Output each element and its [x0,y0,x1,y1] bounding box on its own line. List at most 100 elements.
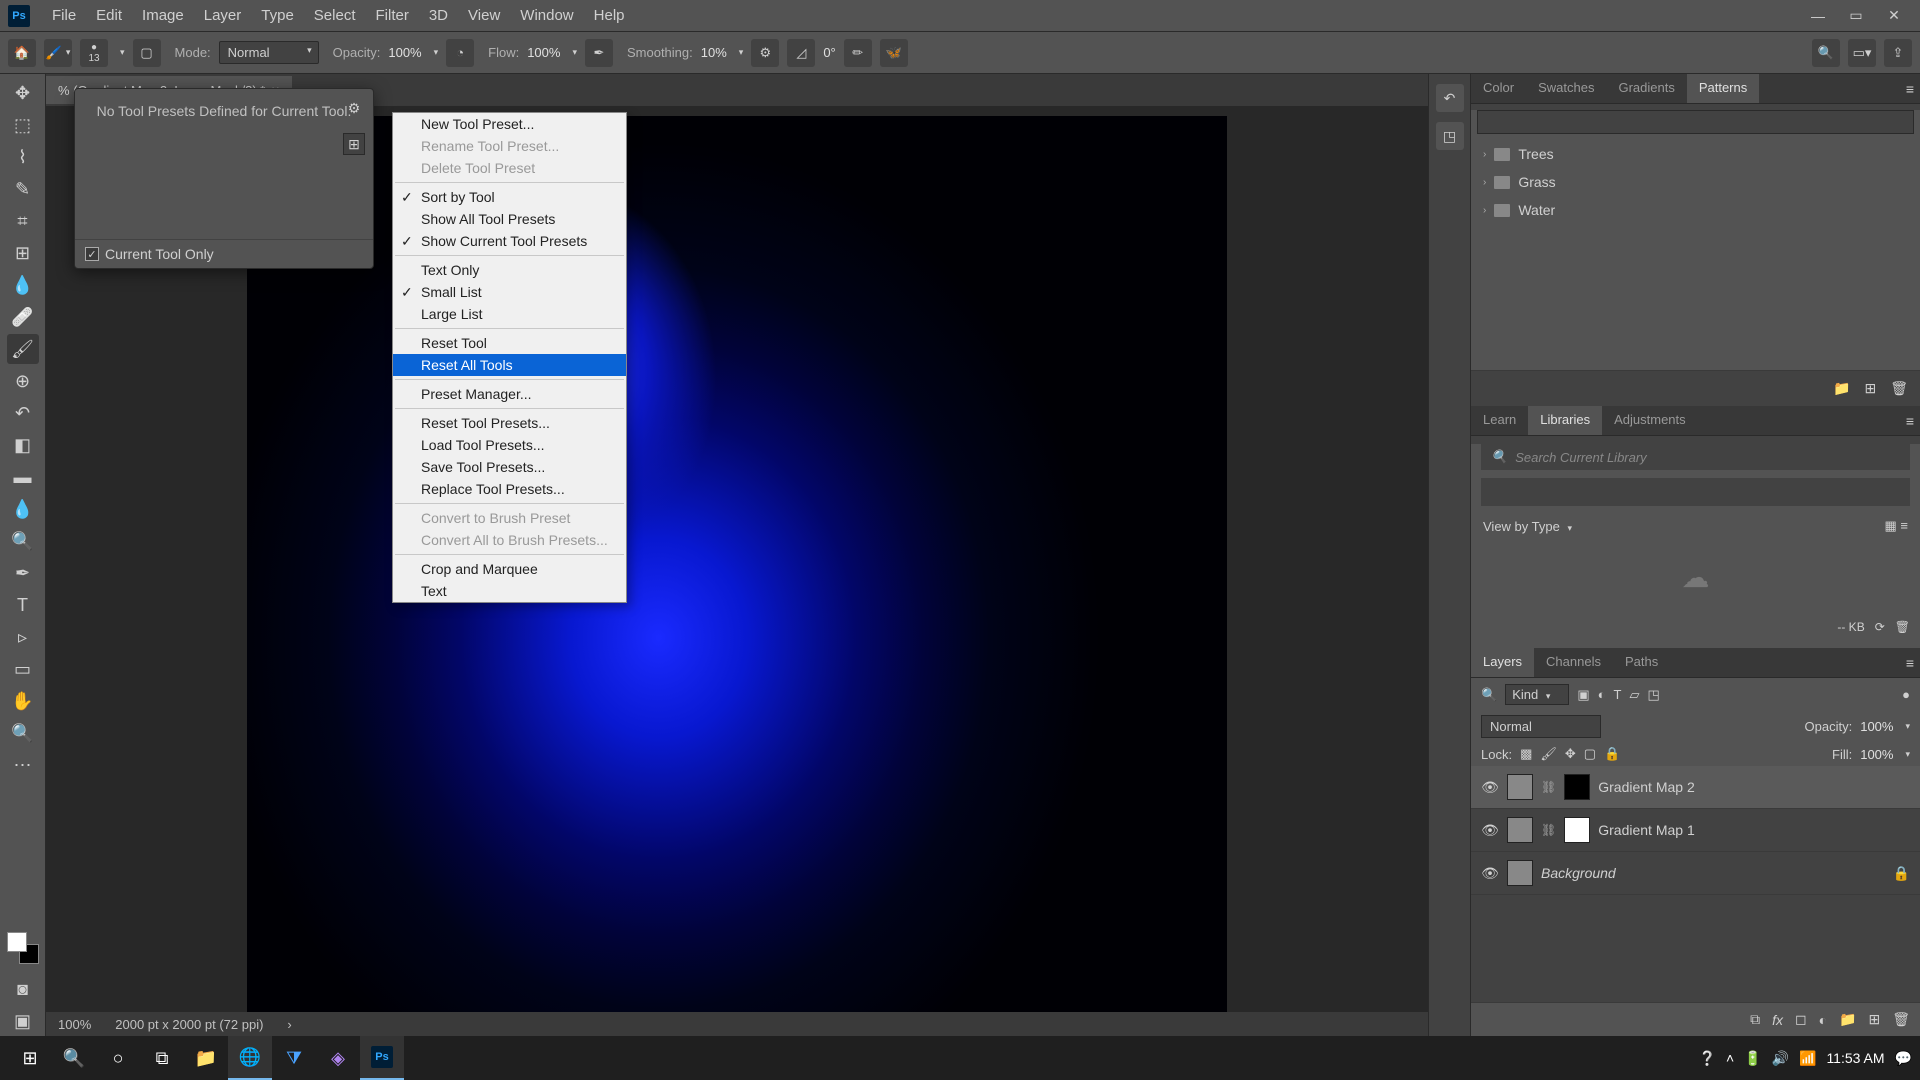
color-swatches[interactable] [7,932,39,964]
quick-select-tool[interactable]: ✎ [7,174,39,204]
brush-settings-icon[interactable]: ▢ [133,39,161,67]
vscode-icon[interactable]: ⧩ [272,1036,316,1080]
library-selector[interactable] [1481,478,1910,506]
search-button[interactable]: 🔍 [52,1036,96,1080]
quick-mask-icon[interactable]: ◙ [7,974,39,1004]
lock-pixels-icon[interactable]: 🖌 [1540,746,1557,762]
share-icon[interactable]: ⇪ [1884,39,1912,67]
layer-name[interactable]: Background [1541,865,1616,881]
layer-name[interactable]: Gradient Map 2 [1598,779,1695,795]
new-pattern-icon[interactable]: ⊞ [1864,380,1876,397]
pattern-folder[interactable]: ›Trees [1471,140,1920,168]
wifi-icon[interactable]: 📶 [1799,1050,1816,1067]
volume-icon[interactable]: 🔊 [1772,1050,1789,1067]
lock-transparency-icon[interactable]: ▩ [1520,746,1532,762]
pattern-preview[interactable] [1477,110,1914,134]
sync-icon[interactable]: ⟳ [1875,620,1885,634]
path-select-tool[interactable]: ▹ [7,622,39,652]
mask-icon[interactable]: ◻ [1795,1011,1807,1028]
tab-libraries[interactable]: Libraries [1528,406,1602,435]
airbrush-icon[interactable]: ✒ [585,39,613,67]
pressure-opacity-icon[interactable]: ◔ [446,39,474,67]
tab-adjustments[interactable]: Adjustments [1602,406,1698,435]
crop-tool[interactable]: ⌗ [7,206,39,236]
tray-chevron-icon[interactable]: ˄ [1726,1050,1734,1066]
menu-item[interactable]: Text Only [393,259,626,281]
marquee-tool[interactable]: ⬚ [7,110,39,140]
cortana-button[interactable]: ○ [96,1036,140,1080]
smoothing-options-icon[interactable]: ⚙ [751,39,779,67]
tab-channels[interactable]: Channels [1534,648,1613,677]
filter-search-icon[interactable]: 🔍 [1481,687,1497,703]
menu-item[interactable]: ✓Sort by Tool [393,186,626,208]
fx-icon[interactable]: fx [1772,1012,1783,1028]
angle-value[interactable]: 0° [823,45,835,60]
visualstudio-icon[interactable]: ◈ [316,1036,360,1080]
delete-icon[interactable]: 🗑 [1895,620,1910,634]
hand-tool[interactable]: ✋ [7,686,39,716]
notifications-icon[interactable]: 💬 [1895,1050,1912,1067]
menu-file[interactable]: File [42,3,86,28]
menu-view[interactable]: View [458,3,510,28]
menu-select[interactable]: Select [304,3,366,28]
new-folder-icon[interactable]: 📁 [1833,380,1850,397]
minimize-button[interactable]: — [1800,3,1836,29]
pattern-folder[interactable]: ›Water [1471,196,1920,224]
delete-icon[interactable]: 🗑 [1890,380,1908,397]
layer-name[interactable]: Gradient Map 1 [1598,822,1695,838]
filter-shape-icon[interactable]: ▱ [1629,687,1639,703]
dodge-tool[interactable]: 🔍 [7,526,39,556]
layer-filter-kind[interactable]: Kind ▾ [1505,684,1569,705]
zoom-level[interactable]: 100% [58,1017,91,1032]
close-window-button[interactable]: ✕ [1876,3,1912,29]
fill-value[interactable]: 100% [1860,747,1893,762]
screen-mode-icon[interactable]: ▣ [7,1006,39,1036]
chevron-right-icon[interactable]: › [287,1017,291,1032]
filter-smart-icon[interactable]: ◳ [1647,687,1659,703]
link-icon[interactable]: ⛓ [1541,780,1556,794]
edit-toolbar[interactable]: ⋯ [7,750,39,780]
frame-tool[interactable]: ⊞ [7,238,39,268]
add-preset-icon[interactable]: ⊞ [343,133,365,155]
visibility-icon[interactable]: 👁 [1481,822,1499,839]
visibility-icon[interactable]: 👁 [1481,779,1499,796]
smoothing-value[interactable]: 10% [701,45,727,60]
list-view-icon[interactable]: ≡ [1900,518,1908,533]
library-search-input[interactable]: 🔍 Search Current Library [1481,444,1910,470]
menu-edit[interactable]: Edit [86,3,132,28]
menu-item[interactable]: ✓Small List [393,281,626,303]
gear-icon[interactable]: ⚙ [343,97,365,119]
search-icon[interactable]: 🔍 [1812,39,1840,67]
menu-item[interactable]: Preset Manager... [393,383,626,405]
chevron-down-icon[interactable]: ▾ [120,47,125,58]
menu-layer[interactable]: Layer [194,3,252,28]
menu-3d[interactable]: 3D [419,3,458,28]
eraser-tool[interactable]: ◧ [7,430,39,460]
foreground-color-swatch[interactable] [7,932,27,952]
grid-view-icon[interactable]: ▦ [1884,518,1896,533]
menu-type[interactable]: Type [251,3,304,28]
brush-tool[interactable]: 🖌 [7,334,39,364]
type-tool[interactable]: T [7,590,39,620]
lock-position-icon[interactable]: ✥ [1565,746,1576,762]
task-view-button[interactable]: ⧉ [140,1036,184,1080]
filter-image-icon[interactable]: ▣ [1577,687,1589,703]
pressure-size-icon[interactable]: ✏ [844,39,872,67]
pen-tool[interactable]: ✒ [7,558,39,588]
link-icon[interactable]: ⛓ [1541,823,1556,837]
view-by-label[interactable]: View by Type ▾ [1483,519,1572,534]
tab-patterns[interactable]: Patterns [1687,74,1759,103]
menu-item[interactable]: Reset Tool Presets... [393,412,626,434]
zoom-tool[interactable]: 🔍 [7,718,39,748]
current-tool-only-checkbox[interactable]: ✓ [85,247,99,261]
delete-layer-icon[interactable]: 🗑 [1892,1011,1910,1028]
rectangle-tool[interactable]: ▭ [7,654,39,684]
menu-help[interactable]: Help [584,3,635,28]
layer-opacity-value[interactable]: 100% [1860,719,1893,734]
flow-value[interactable]: 100% [527,45,560,60]
opacity-value[interactable]: 100% [388,45,421,60]
symmetry-icon[interactable]: 🦋 [880,39,908,67]
menu-item[interactable]: ✓Show Current Tool Presets [393,230,626,252]
file-explorer-icon[interactable]: 📁 [184,1036,228,1080]
history-brush-tool[interactable]: ↶ [7,398,39,428]
